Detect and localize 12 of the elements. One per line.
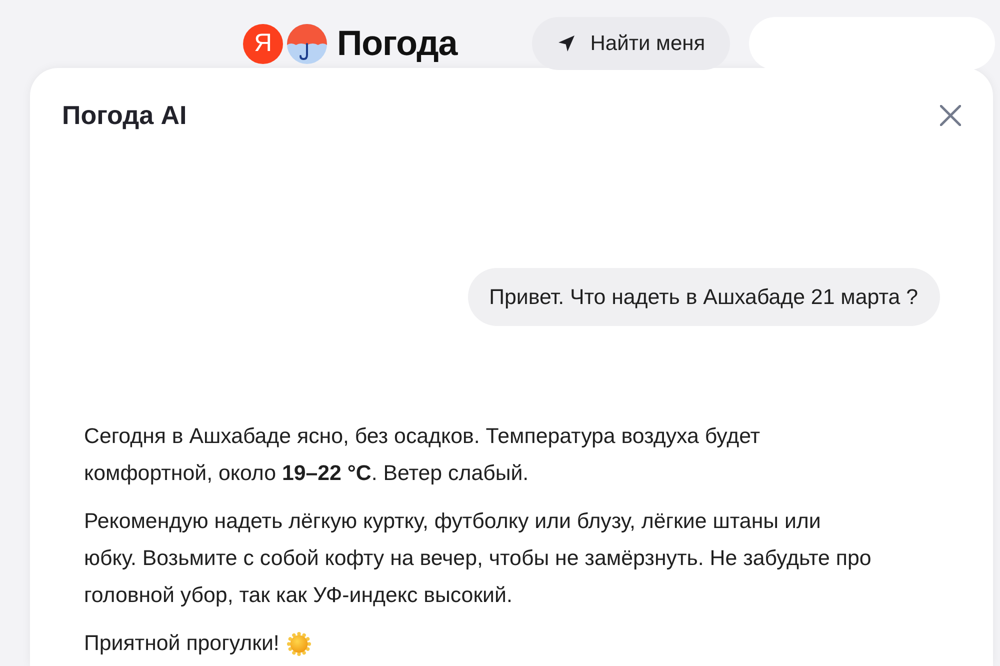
user-message-bubble: Привет. Что надеть в Ашхабаде 21 марта ? <box>468 268 940 326</box>
answer-paragraph: Сегодня в Ашхабаде ясно, без осадков. Температура воздуха будет комфортной, около 19–22 °C. Ветер слабый. <box>84 423 762 487</box>
close-icon <box>940 104 960 126</box>
logo-text: Погода <box>337 24 458 64</box>
locate-button[interactable]: Найти меня <box>532 17 730 70</box>
panel-title: Погода AI <box>62 100 187 130</box>
answer-paragraph: Рекомендую надеть лёгкую куртку, футболку или блузу, лёгкие штаны или юбку. Возьмите с собой кофту на вечер, чтобы не замёрзнуть. Не забудьте про головной убор, так как УФ-индекс высокий. <box>84 508 872 609</box>
answer-closing-text: Приятной прогулки! <box>84 630 280 657</box>
logo-badge[interactable]: Я <box>243 24 283 64</box>
sun-icon <box>287 632 312 656</box>
navigation-arrow-icon <box>558 35 576 52</box>
umbrella-icon <box>287 24 327 64</box>
